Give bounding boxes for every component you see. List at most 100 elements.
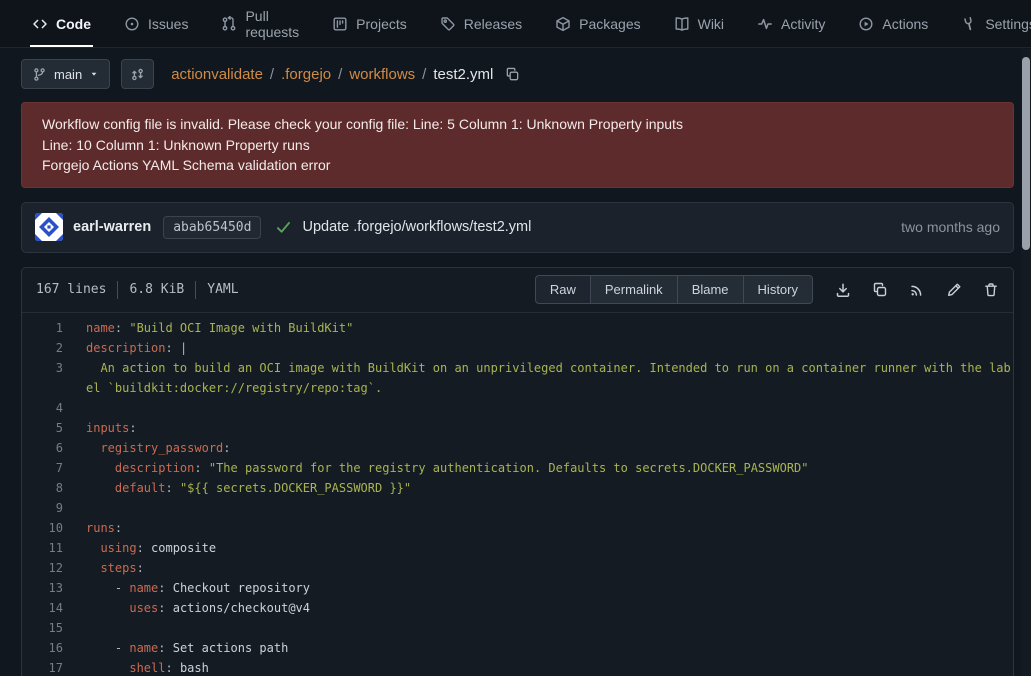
scrollbar-track[interactable]	[1021, 49, 1031, 676]
line-number[interactable]: 2	[22, 338, 86, 358]
history-button[interactable]: History	[744, 275, 813, 304]
line-content	[86, 498, 1011, 518]
code-line: 6 registry_password:	[22, 438, 1013, 458]
line-content	[86, 398, 1011, 418]
line-content: inputs:	[86, 418, 1011, 438]
tab-settings[interactable]: Settings	[959, 0, 1031, 47]
line-content: name: "Build OCI Image with BuildKit"	[86, 318, 1011, 338]
breadcrumb-folder-link[interactable]: workflows	[349, 66, 415, 83]
line-content: - name: Set actions path	[86, 638, 1011, 658]
line-content: default: "${{ secrets.DOCKER_PASSWORD }}…	[86, 478, 1011, 498]
edit-icon[interactable]	[946, 282, 962, 298]
check-icon	[275, 219, 292, 236]
line-number[interactable]: 1	[22, 318, 86, 338]
chevron-down-icon	[89, 69, 99, 79]
rss-icon[interactable]	[909, 282, 925, 298]
code-line: 15	[22, 618, 1013, 638]
tab-issues[interactable]: Issues	[122, 0, 190, 47]
identicon	[35, 213, 63, 241]
tab-packages[interactable]: Packages	[553, 0, 642, 47]
line-number[interactable]: 13	[22, 578, 86, 598]
line-number[interactable]: 12	[22, 558, 86, 578]
compare-icon	[130, 67, 145, 82]
scrollbar-thumb[interactable]	[1022, 57, 1030, 250]
workflow-error-banner: Workflow config file is invalid. Please …	[21, 102, 1014, 188]
tag-icon	[440, 16, 456, 32]
tab-label: Wiki	[698, 16, 724, 32]
file-lines-count: 167 lines	[36, 282, 106, 297]
copy-path-icon[interactable]	[505, 67, 520, 82]
tab-label: Settings	[985, 16, 1031, 32]
code-line: 4	[22, 398, 1013, 418]
download-icon[interactable]	[835, 282, 851, 298]
permalink-button[interactable]: Permalink	[591, 275, 678, 304]
line-number[interactable]: 17	[22, 658, 86, 676]
code-lines: 1name: "Build OCI Image with BuildKit"2 d…	[22, 313, 1013, 676]
code-line: 5inputs:	[22, 418, 1013, 438]
branch-bar: main actionvalidate / .forgejo / workflo…	[21, 58, 1014, 90]
divider	[195, 281, 196, 299]
copy-icon[interactable]	[872, 282, 888, 298]
line-number[interactable]: 16	[22, 638, 86, 658]
file-info: 167 lines 6.8 KiB YAML	[36, 281, 239, 299]
line-content: An action to build an OCI image with Bui…	[86, 358, 1011, 398]
tab-releases[interactable]: Releases	[438, 0, 524, 47]
blame-button[interactable]: Blame	[678, 275, 744, 304]
line-number[interactable]: 7	[22, 458, 86, 478]
tab-projects[interactable]: Projects	[330, 0, 409, 47]
line-number[interactable]: 11	[22, 538, 86, 558]
delete-icon[interactable]	[983, 282, 999, 298]
avatar[interactable]	[35, 213, 63, 241]
tab-label: Actions	[882, 16, 928, 32]
line-content: - name: Checkout repository	[86, 578, 1011, 598]
branch-icon	[32, 67, 47, 82]
line-number[interactable]: 10	[22, 518, 86, 538]
code-line: 12 steps:	[22, 558, 1013, 578]
line-number[interactable]: 9	[22, 498, 86, 518]
book-icon	[674, 16, 690, 32]
divider	[117, 281, 118, 299]
code-line: 11 using: composite	[22, 538, 1013, 558]
line-number[interactable]: 8	[22, 478, 86, 498]
commit-time: two months ago	[901, 219, 1000, 235]
tab-activity[interactable]: Activity	[755, 0, 827, 47]
file-language: YAML	[207, 282, 238, 297]
line-content	[86, 618, 1011, 638]
line-content: shell: bash	[86, 658, 1011, 676]
line-number[interactable]: 4	[22, 398, 86, 418]
code-line: 17 shell: bash	[22, 658, 1013, 676]
line-content: description: "The password for the regis…	[86, 458, 1011, 478]
tab-label: Code	[56, 16, 91, 32]
line-content: runs:	[86, 518, 1011, 538]
code-line: 13 - name: Checkout repository	[22, 578, 1013, 598]
line-content: uses: actions/checkout@v4	[86, 598, 1011, 618]
breadcrumb-current-file: test2.yml	[433, 66, 493, 83]
breadcrumb-repo-link[interactable]: actionvalidate	[171, 66, 263, 83]
commit-author[interactable]: earl-warren	[73, 219, 151, 235]
tab-actions[interactable]: Actions	[856, 0, 930, 47]
branch-selector-button[interactable]: main	[21, 59, 110, 89]
tab-label: Packages	[579, 16, 640, 32]
line-number[interactable]: 15	[22, 618, 86, 638]
projects-icon	[332, 16, 348, 32]
tab-code[interactable]: Code	[30, 0, 93, 47]
breadcrumb: actionvalidate / .forgejo / workflows / …	[171, 66, 520, 83]
line-number[interactable]: 14	[22, 598, 86, 618]
code-line: 7 description: "The password for the reg…	[22, 458, 1013, 478]
commit-message[interactable]: Update .forgejo/workflows/test2.yml	[302, 219, 531, 235]
tab-pull-requests[interactable]: Pull requests	[219, 0, 301, 47]
file-header: 167 lines 6.8 KiB YAML Raw Permalink Bla…	[22, 268, 1013, 313]
breadcrumb-folder-link[interactable]: .forgejo	[281, 66, 331, 83]
line-number[interactable]: 6	[22, 438, 86, 458]
line-number[interactable]: 3	[22, 358, 86, 398]
tab-label: Activity	[781, 16, 825, 32]
pulse-icon	[757, 16, 773, 32]
compare-button[interactable]	[121, 59, 154, 89]
repo-navbar: Code Issues Pull requests Projects Relea…	[0, 0, 1031, 48]
commit-sha-button[interactable]: abab65450d	[163, 216, 261, 239]
tab-wiki[interactable]: Wiki	[672, 0, 726, 47]
line-number[interactable]: 5	[22, 418, 86, 438]
file-icon-buttons	[835, 282, 999, 298]
raw-button[interactable]: Raw	[535, 275, 591, 304]
error-line: Line: 10 Column 1: Unknown Property runs	[42, 135, 993, 156]
